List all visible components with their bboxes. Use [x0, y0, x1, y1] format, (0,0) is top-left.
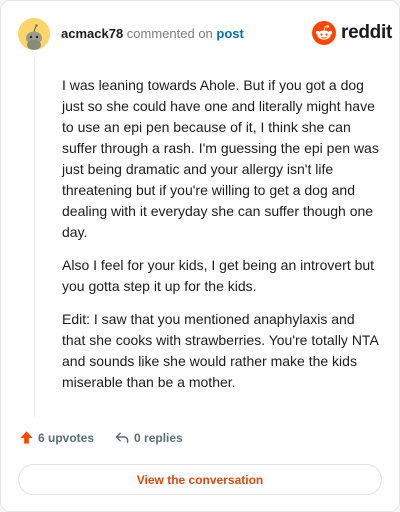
reddit-snoo-icon: [312, 21, 336, 45]
post-link[interactable]: post: [216, 26, 243, 41]
replies-button[interactable]: 0 replies: [114, 430, 183, 445]
comment-paragraph: I was leaning towards Ahole. But if you …: [62, 77, 379, 240]
commented-on-text: commented on: [126, 26, 213, 41]
upvote-arrow-icon: [20, 431, 33, 444]
view-conversation-button[interactable]: View the conversation: [18, 464, 382, 495]
upvote-count: 6 upvotes: [38, 430, 95, 445]
reddit-logo[interactable]: reddit: [312, 21, 392, 45]
reply-arrow-icon: [115, 432, 129, 443]
comment-paragraph: Edit: I saw that you mentioned anaphylax…: [62, 311, 379, 390]
comment-body: I was leaning towards Ahole. But if you …: [62, 75, 380, 405]
comment-actions: 6 upvotes 0 replies: [19, 430, 183, 445]
snoo-avatar-icon: [18, 18, 50, 50]
comment-header: acmack78 commented on post: [61, 26, 244, 42]
thread-line[interactable]: [34, 57, 35, 417]
reply-count: 0 replies: [134, 430, 183, 445]
username-link[interactable]: acmack78: [61, 26, 123, 41]
upvote-button[interactable]: 6 upvotes: [19, 430, 94, 445]
embedded-comment-card: acmack78 commented on post reddit I was …: [0, 0, 400, 512]
comment-paragraph: Also I feel for your kids, I get being a…: [62, 257, 375, 294]
avatar[interactable]: [18, 18, 50, 50]
reddit-wordmark: reddit: [341, 22, 392, 43]
